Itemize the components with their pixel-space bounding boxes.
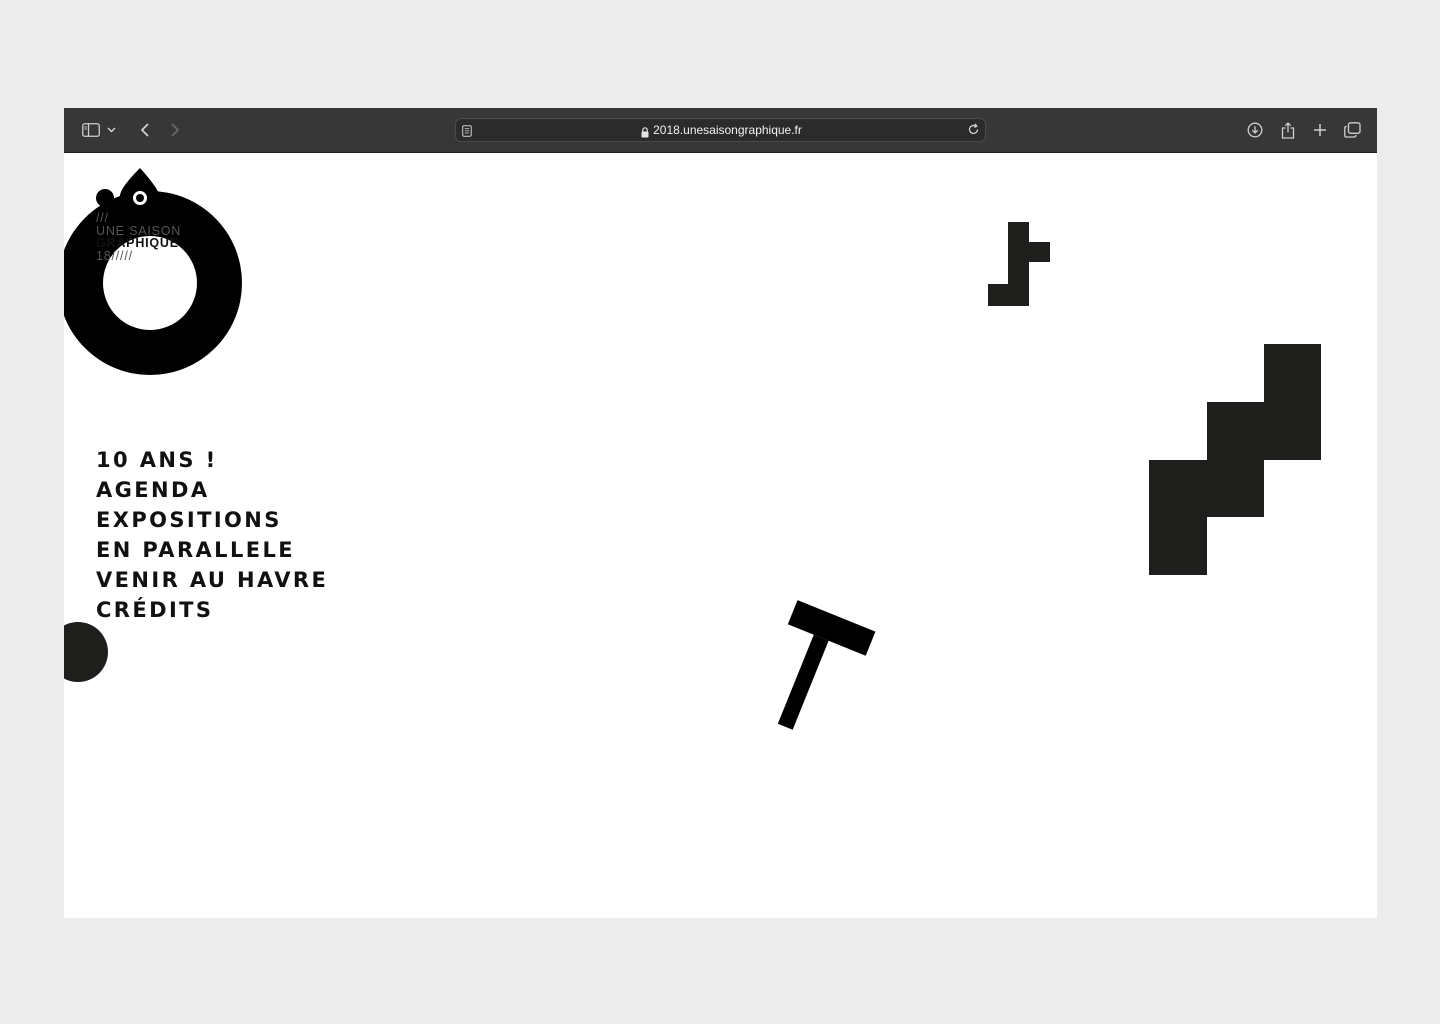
chevron-down-icon[interactable] [104, 119, 118, 141]
browser-window: 2018.unesaisongraphique.fr /// UNE SAISO… [64, 108, 1377, 918]
logo-line-4: 18///// [96, 248, 133, 263]
address-bar[interactable]: 2018.unesaisongraphique.fr [455, 118, 986, 142]
menu-item-venir-au-havre[interactable]: VENIR AU HAVRE [96, 565, 328, 595]
share-icon[interactable] [1277, 119, 1299, 141]
ring-logo-graphic [64, 168, 242, 375]
staircase-shape [1149, 344, 1321, 575]
half-circle-shape [64, 622, 108, 682]
new-tab-icon[interactable] [1309, 119, 1331, 141]
back-icon[interactable] [134, 119, 156, 141]
logo-wordmark: /// UNE SAISON GRAPHIQUE 18///// [96, 212, 181, 262]
tab-overview-icon[interactable] [1341, 119, 1363, 141]
sidebar-icon[interactable] [80, 119, 102, 141]
t-hammer-shape [777, 600, 876, 730]
menu-item-en-parallele[interactable]: EN PARALLELE [96, 535, 328, 565]
browser-toolbar: 2018.unesaisongraphique.fr [64, 108, 1377, 153]
menu-item-credits[interactable]: CRÉDITS [96, 595, 328, 625]
menu-item-agenda[interactable]: AGENDA [96, 475, 328, 505]
main-menu: 10 ANS ! AGENDA EXPOSITIONS EN PARALLELE… [96, 445, 328, 625]
url-text: 2018.unesaisongraphique.fr [653, 123, 802, 137]
menu-item-expositions[interactable]: EXPOSITIONS [96, 505, 328, 535]
step-shape-small [988, 222, 1050, 306]
forward-icon[interactable] [164, 119, 186, 141]
download-icon[interactable] [1244, 119, 1266, 141]
logo-line-1: /// [96, 211, 109, 225]
page-content: /// UNE SAISON GRAPHIQUE 18///// 10 ANS … [64, 152, 1377, 918]
menu-item-10-ans[interactable]: 10 ANS ! [96, 445, 328, 475]
site-logo[interactable]: /// UNE SAISON GRAPHIQUE 18///// [64, 152, 254, 387]
logo-line-3: GRAPHIQUE [96, 236, 179, 250]
reload-icon[interactable] [967, 123, 980, 141]
